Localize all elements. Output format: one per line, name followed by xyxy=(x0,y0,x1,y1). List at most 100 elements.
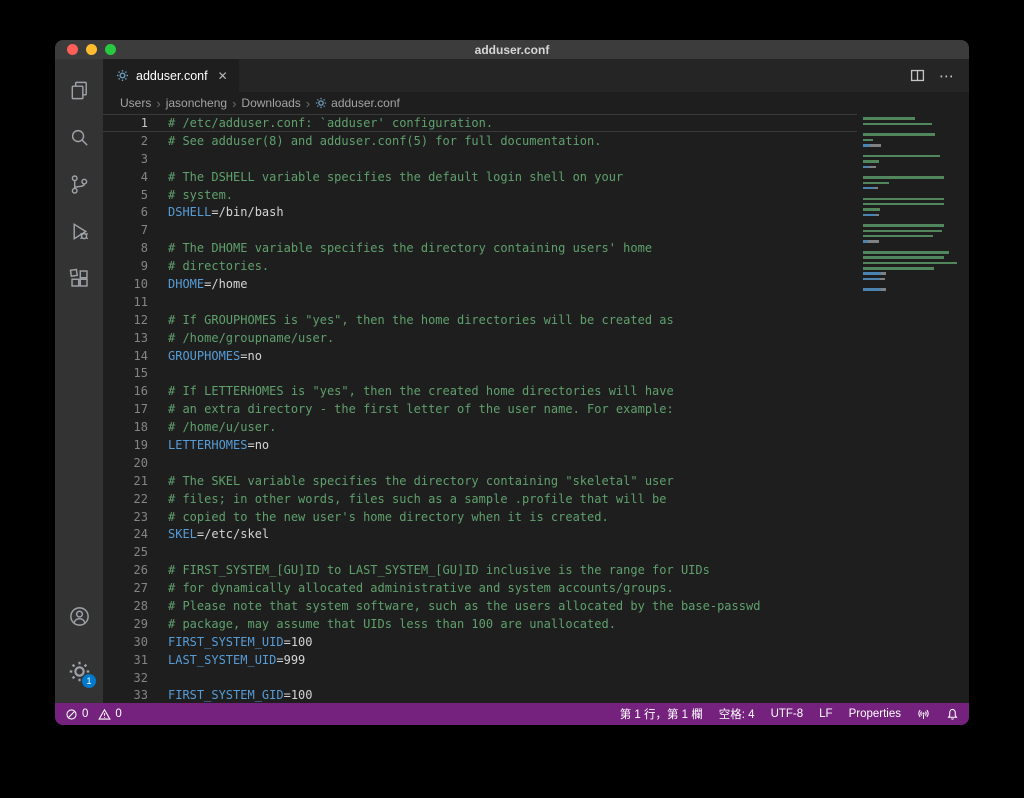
code-line[interactable]: 3 xyxy=(103,150,969,168)
code-line[interactable]: 5 # system. xyxy=(103,186,969,204)
line-number[interactable]: 15 xyxy=(103,366,148,380)
line-number[interactable]: 32 xyxy=(103,671,148,685)
cursor-position[interactable]: 第 1 行，第 1 欄 xyxy=(620,706,703,722)
language-mode[interactable]: Properties xyxy=(849,708,901,720)
breadcrumb-item[interactable]: adduser.conf xyxy=(315,96,400,110)
line-number[interactable]: 18 xyxy=(103,420,148,434)
code-line[interactable]: 26 # FIRST_SYSTEM_[GU]ID to LAST_SYSTEM_[… xyxy=(103,561,969,579)
code-line[interactable]: 7 xyxy=(103,221,969,239)
code-line[interactable]: 27 # for dynamically allocated administra… xyxy=(103,579,969,597)
code-line[interactable]: 17 # an extra directory - the first lette… xyxy=(103,400,969,418)
code-line[interactable]: 16 # If LETTERHOMES is "yes", then the cr… xyxy=(103,382,969,400)
line-number[interactable]: 12 xyxy=(103,313,148,327)
line-content: DSHELL=/bin/bash xyxy=(168,205,284,220)
code-line[interactable]: 2 # See adduser(8) and adduser.conf(5) fo… xyxy=(103,132,969,150)
code-line[interactable]: 13 # /home/groupname/user. xyxy=(103,329,969,347)
line-number[interactable]: 4 xyxy=(103,170,148,184)
run-debug-icon[interactable] xyxy=(55,208,103,255)
code-line[interactable]: 15 xyxy=(103,364,969,382)
code-line[interactable]: 6 DSHELL=/bin/bash xyxy=(103,203,969,221)
code-line[interactable]: 23 # copied to the new user's home direct… xyxy=(103,508,969,526)
line-number[interactable]: 1 xyxy=(103,116,148,130)
line-number[interactable]: 22 xyxy=(103,492,148,506)
code-line[interactable]: 9 # directories. xyxy=(103,257,969,275)
code-line[interactable]: 4 # The DSHELL variable specifies the def… xyxy=(103,168,969,186)
code-line[interactable]: 18 # /home/u/user. xyxy=(103,418,969,436)
code-line[interactable]: 31 LAST_SYSTEM_UID=999 xyxy=(103,651,969,669)
code-line[interactable]: 25 xyxy=(103,543,969,561)
line-number[interactable]: 21 xyxy=(103,474,148,488)
eol-setting[interactable]: LF xyxy=(819,708,832,720)
code-line[interactable]: 28 # Please note that system software, su… xyxy=(103,597,969,615)
line-number[interactable]: 23 xyxy=(103,510,148,524)
line-content: # package, may assume that UIDs less tha… xyxy=(168,616,616,631)
indent-setting[interactable]: 空格: 4 xyxy=(719,706,755,722)
line-number[interactable]: 33 xyxy=(103,688,148,702)
source-control-icon[interactable] xyxy=(55,161,103,208)
code-line[interactable]: 24 SKEL=/etc/skel xyxy=(103,525,969,543)
code-line[interactable]: 8 # The DHOME variable specifies the dire… xyxy=(103,239,969,257)
code-line[interactable]: 33 FIRST_SYSTEM_GID=100 xyxy=(103,687,969,704)
more-actions-icon[interactable]: ⋯ xyxy=(939,67,955,85)
line-number[interactable]: 29 xyxy=(103,617,148,631)
account-icon[interactable] xyxy=(55,593,103,640)
line-number[interactable]: 20 xyxy=(103,456,148,470)
line-number[interactable]: 6 xyxy=(103,205,148,219)
split-editor-icon[interactable] xyxy=(910,68,925,83)
search-icon[interactable] xyxy=(55,114,103,161)
explorer-icon[interactable] xyxy=(55,67,103,114)
close-tab-icon[interactable]: ✕ xyxy=(218,69,228,83)
code-line[interactable]: 19 LETTERHOMES=no xyxy=(103,436,969,454)
line-number[interactable]: 28 xyxy=(103,599,148,613)
line-number[interactable]: 9 xyxy=(103,259,148,273)
code-line[interactable]: 12 # If GROUPHOMES is "yes", then the hom… xyxy=(103,311,969,329)
line-number[interactable]: 17 xyxy=(103,402,148,416)
code-line[interactable]: 29 # package, may assume that UIDs less t… xyxy=(103,615,969,633)
line-number[interactable]: 30 xyxy=(103,635,148,649)
code-line[interactable]: 30 FIRST_SYSTEM_UID=100 xyxy=(103,633,969,651)
code-line[interactable]: 11 xyxy=(103,293,969,311)
line-number[interactable]: 5 xyxy=(103,188,148,202)
code-line[interactable]: 1 # /etc/adduser.conf: `adduser' configur… xyxy=(103,114,969,132)
line-number[interactable]: 19 xyxy=(103,438,148,452)
breadcrumb-item[interactable]: jasoncheng xyxy=(166,96,227,110)
code-line[interactable]: 22 # files; in other words, files such as… xyxy=(103,490,969,508)
editor[interactable]: 1 # /etc/adduser.conf: `adduser' configur… xyxy=(103,114,969,703)
settings-badge: 1 xyxy=(82,674,96,688)
line-number[interactable]: 2 xyxy=(103,134,148,148)
line-number[interactable]: 13 xyxy=(103,331,148,345)
minimap[interactable] xyxy=(857,114,969,703)
breadcrumb-item[interactable]: Users xyxy=(120,96,151,110)
breadcrumb-item[interactable]: Downloads xyxy=(241,96,300,110)
line-number[interactable]: 16 xyxy=(103,384,148,398)
line-number[interactable]: 31 xyxy=(103,653,148,667)
encoding[interactable]: UTF-8 xyxy=(771,708,804,720)
code-line[interactable]: 14 GROUPHOMES=no xyxy=(103,347,969,365)
code-line[interactable]: 32 xyxy=(103,669,969,687)
line-number[interactable]: 7 xyxy=(103,223,148,237)
minimize-window-button[interactable] xyxy=(86,44,97,55)
line-number[interactable]: 11 xyxy=(103,295,148,309)
line-content: FIRST_SYSTEM_UID=100 xyxy=(168,634,313,649)
settings-gear-icon[interactable]: 1 xyxy=(55,648,103,695)
code-line[interactable]: 21 # The SKEL variable specifies the dire… xyxy=(103,472,969,490)
tab-adduser-conf[interactable]: adduser.conf ✕ xyxy=(103,59,239,92)
close-window-button[interactable] xyxy=(67,44,78,55)
line-number[interactable]: 27 xyxy=(103,581,148,595)
line-number[interactable]: 10 xyxy=(103,277,148,291)
problems-indicator[interactable]: 0 0 xyxy=(65,708,122,721)
line-content: # system. xyxy=(168,187,234,202)
line-number[interactable]: 25 xyxy=(103,545,148,559)
zoom-window-button[interactable] xyxy=(105,44,116,55)
line-number[interactable]: 8 xyxy=(103,241,148,255)
code-line[interactable]: 20 xyxy=(103,454,969,472)
code-line[interactable]: 10 DHOME=/home xyxy=(103,275,969,293)
radio-tower-icon[interactable] xyxy=(917,708,930,721)
line-number[interactable]: 26 xyxy=(103,563,148,577)
bell-icon[interactable] xyxy=(946,708,959,721)
line-content: # directories. xyxy=(168,259,270,274)
extensions-icon[interactable] xyxy=(55,255,103,302)
line-number[interactable]: 24 xyxy=(103,527,148,541)
line-number[interactable]: 14 xyxy=(103,349,148,363)
line-number[interactable]: 3 xyxy=(103,152,148,166)
